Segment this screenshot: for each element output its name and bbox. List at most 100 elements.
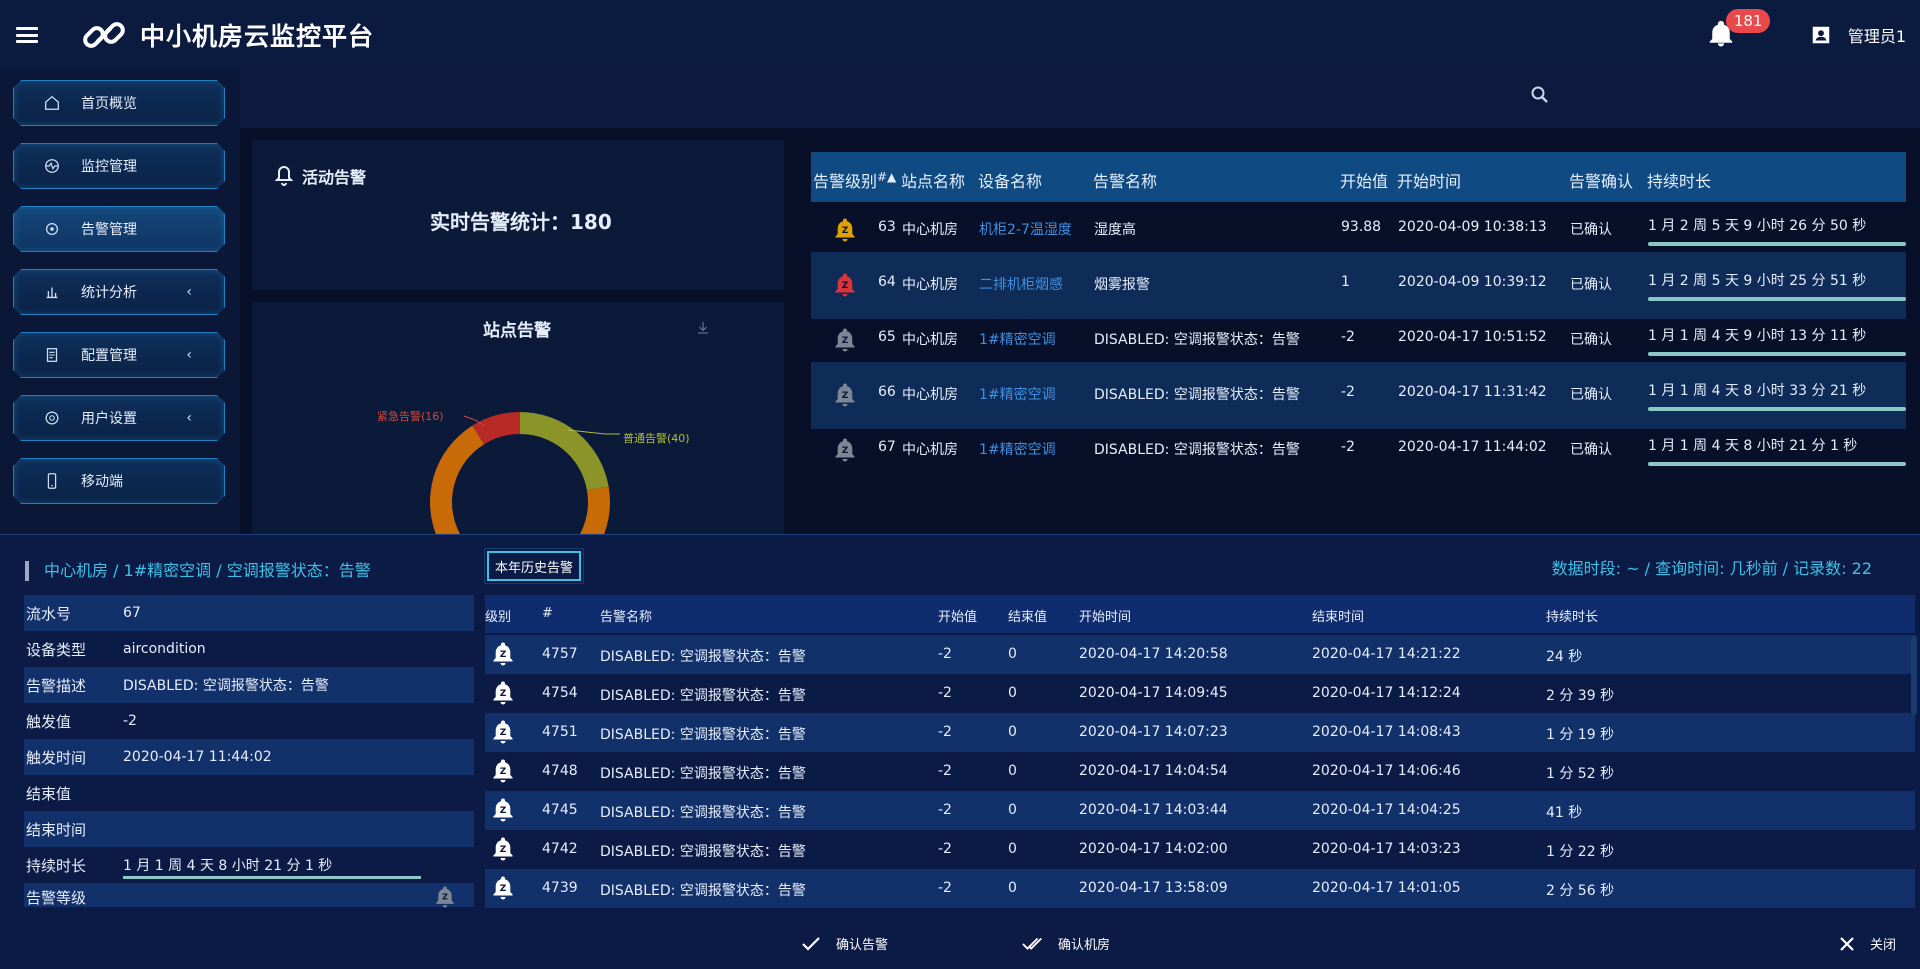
user-name: 管理员1 — [1847, 27, 1906, 46]
alarm-device-link[interactable]: 1#精密空调 — [979, 384, 1056, 404]
bell-icon: Z — [491, 719, 515, 745]
svg-text:Z: Z — [500, 767, 507, 777]
sidebar-item-alarm[interactable]: 告警管理 — [13, 206, 225, 252]
yearly-history-button[interactable]: 本年历史告警 — [487, 551, 581, 581]
sidebar-item-user-settings[interactable]: 用户设置 ‹ — [13, 395, 225, 441]
alarm-device-link[interactable]: 1#精密空调 — [979, 439, 1056, 459]
config-icon — [43, 346, 61, 364]
site-alarm-title: 站点告警 — [483, 321, 551, 341]
history-end-value: 0 — [1008, 880, 1017, 896]
mobile-icon — [43, 472, 61, 490]
col-level[interactable]: 级别 — [485, 606, 511, 625]
col-end-time[interactable]: 结束时间 — [1312, 606, 1364, 625]
history-row[interactable]: Z 4742 DISABLED: 空调报警状态：告警 -2 0 2020-04-17 14… — [485, 830, 1915, 869]
download-icon[interactable] — [695, 320, 711, 336]
top-header: 中小机房云监控平台 181 管理员1 — [0, 0, 1920, 70]
sidebar-item-home[interactable]: 首页概览 — [13, 80, 225, 126]
user-menu[interactable]: 管理员1 — [1810, 23, 1906, 47]
sidebar-item-mobile[interactable]: 移动端 — [13, 458, 225, 504]
alarm-site: 中心机房 — [902, 277, 958, 293]
alarm-confirm-status: 已确认 — [1570, 387, 1612, 403]
bell-icon: Z — [493, 876, 513, 900]
donut-slice[interactable] — [520, 412, 609, 491]
col-level[interactable]: 告警级别 — [813, 168, 877, 192]
col-duration[interactable]: 持续时长 — [1647, 168, 1711, 192]
sidebar-item-monitor[interactable]: 监控管理 — [13, 143, 225, 189]
history-row[interactable]: Z 4757 DISABLED: 空调报警状态：告警 -2 0 2020-04-17 14… — [485, 635, 1915, 674]
duration-bar — [1648, 462, 1906, 466]
col-start-value[interactable]: 开始值 — [938, 606, 977, 625]
alarm-duration: 1 月 1 周 4 天 8 小时 33 分 21 秒 — [1648, 383, 1867, 399]
menu-icon[interactable] — [16, 27, 38, 43]
history-start-time: 2020-04-17 14:07:23 — [1079, 724, 1228, 740]
history-row[interactable]: Z 4751 DISABLED: 空调报警状态：告警 -2 0 2020-04-17 14… — [485, 713, 1915, 752]
history-start-value: -2 — [938, 685, 952, 701]
detail-field-row: 持续时长 1 月 1 周 4 天 8 小时 21 分 1 秒 — [24, 847, 474, 883]
history-alarm-name: DISABLED: 空调报警状态：告警 — [600, 688, 806, 704]
history-duration: 1 分 22 秒 — [1546, 844, 1615, 860]
bell-icon: Z — [493, 798, 513, 822]
col-device[interactable]: 设备名称 — [978, 168, 1042, 192]
history-id: 4751 — [542, 724, 578, 740]
col-site[interactable]: 站点名称 — [901, 168, 965, 192]
breadcrumb: 中心机房 / 1#精密空调 / 空调报警状态：告警 — [25, 561, 371, 581]
close-button[interactable]: 关闭 — [1838, 934, 1896, 953]
bell-icon: Z — [491, 641, 515, 667]
donut-label-normal: 普通告警(40) — [623, 432, 690, 445]
col-duration[interactable]: 持续时长 — [1546, 606, 1598, 625]
alarm-duration: 1 月 1 周 4 天 9 小时 13 分 11 秒 — [1648, 328, 1867, 344]
history-end-time: 2020-04-17 14:21:22 — [1312, 646, 1461, 662]
col-confirm[interactable]: 告警确认 — [1569, 168, 1633, 192]
col-alarm-name[interactable]: 告警名称 — [1093, 168, 1157, 192]
col-id[interactable]: # — [542, 606, 553, 621]
chevron-left-icon: ‹ — [186, 410, 192, 426]
sidebar-item-config[interactable]: 配置管理 ‹ — [13, 332, 225, 378]
history-alarm-name: DISABLED: 空调报警状态：告警 — [600, 766, 806, 782]
confirm-alarm-button[interactable]: 确认告警 — [800, 934, 888, 953]
site-alarm-donut-chart: 紧急告警(16) 普通告警(40) — [300, 380, 740, 534]
level-bell-icon: Z — [436, 886, 454, 908]
col-end-value[interactable]: 结束值 — [1008, 606, 1047, 625]
alarm-device-link[interactable]: 机柜2-7温湿度 — [979, 219, 1072, 239]
col-alarm-name[interactable]: 告警名称 — [600, 606, 652, 625]
notification-bell[interactable]: 181 — [1706, 9, 1771, 51]
bell-icon: Z — [491, 836, 515, 862]
col-start-time[interactable]: 开始时间 — [1397, 168, 1461, 192]
monitor-icon — [43, 157, 61, 175]
sidebar-item-stats[interactable]: 统计分析 ‹ — [13, 269, 225, 315]
sidebar-item-label: 统计分析 — [81, 285, 137, 301]
alarm-start-time: 2020-04-17 10:51:52 — [1398, 329, 1547, 345]
confirm-alarm-label: 确认告警 — [836, 938, 889, 953]
alarm-name: 烟雾报警 — [1094, 277, 1150, 293]
alarm-name: DISABLED: 空调报警状态：告警 — [1094, 332, 1300, 348]
alarm-device-link[interactable]: 1#精密空调 — [979, 329, 1056, 349]
alarm-device-link[interactable]: 二排机柜烟感 — [979, 274, 1063, 294]
svg-text:Z: Z — [500, 884, 507, 894]
bell-icon: Z — [491, 758, 515, 784]
history-end-value: 0 — [1008, 685, 1017, 701]
history-end-time: 2020-04-17 14:01:05 — [1312, 880, 1461, 896]
chevron-left-icon: ‹ — [186, 347, 192, 363]
search-icon[interactable] — [1530, 85, 1550, 105]
history-scrollbar[interactable] — [1911, 635, 1917, 715]
col-start-time[interactable]: 开始时间 — [1079, 606, 1131, 625]
history-row[interactable]: Z 4739 DISABLED: 空调报警状态：告警 -2 0 2020-04-17 13… — [485, 869, 1915, 908]
history-row[interactable]: Z 4745 DISABLED: 空调报警状态：告警 -2 0 2020-04-17 14… — [485, 791, 1915, 830]
alarm-icon — [43, 220, 61, 238]
svg-text:Z: Z — [842, 446, 849, 456]
alarm-table-header: 告警级别 #▲ 站点名称 设备名称 告警名称 开始值 开始时间 告警确认 持续时… — [811, 152, 1906, 202]
history-duration: 41 秒 — [1546, 805, 1583, 821]
detail-field-label: 告警等级 — [26, 889, 87, 907]
col-start-value[interactable]: 开始值 — [1340, 168, 1388, 192]
duration-bar — [1648, 242, 1906, 246]
app-title: 中小机房云监控平台 — [140, 22, 375, 51]
level-bell-icon: Z — [835, 218, 855, 242]
col-id-sort[interactable]: #▲ — [877, 170, 896, 184]
history-alarm-name: DISABLED: 空调报警状态：告警 — [600, 883, 806, 899]
confirm-room-button[interactable]: 确认机房 — [1022, 934, 1110, 953]
alarm-row[interactable]: Z 67 中心机房 1#精密空调 DISABLED: 空调报警状态：告警 -2 2020-0… — [811, 417, 1906, 484]
history-row[interactable]: Z 4754 DISABLED: 空调报警状态：告警 -2 0 2020-04-17 14… — [485, 674, 1915, 713]
history-start-time: 2020-04-17 14:02:00 — [1079, 841, 1228, 857]
alarm-site: 中心机房 — [902, 332, 958, 348]
history-row[interactable]: Z 4748 DISABLED: 空调报警状态：告警 -2 0 2020-04-17 14… — [485, 752, 1915, 791]
